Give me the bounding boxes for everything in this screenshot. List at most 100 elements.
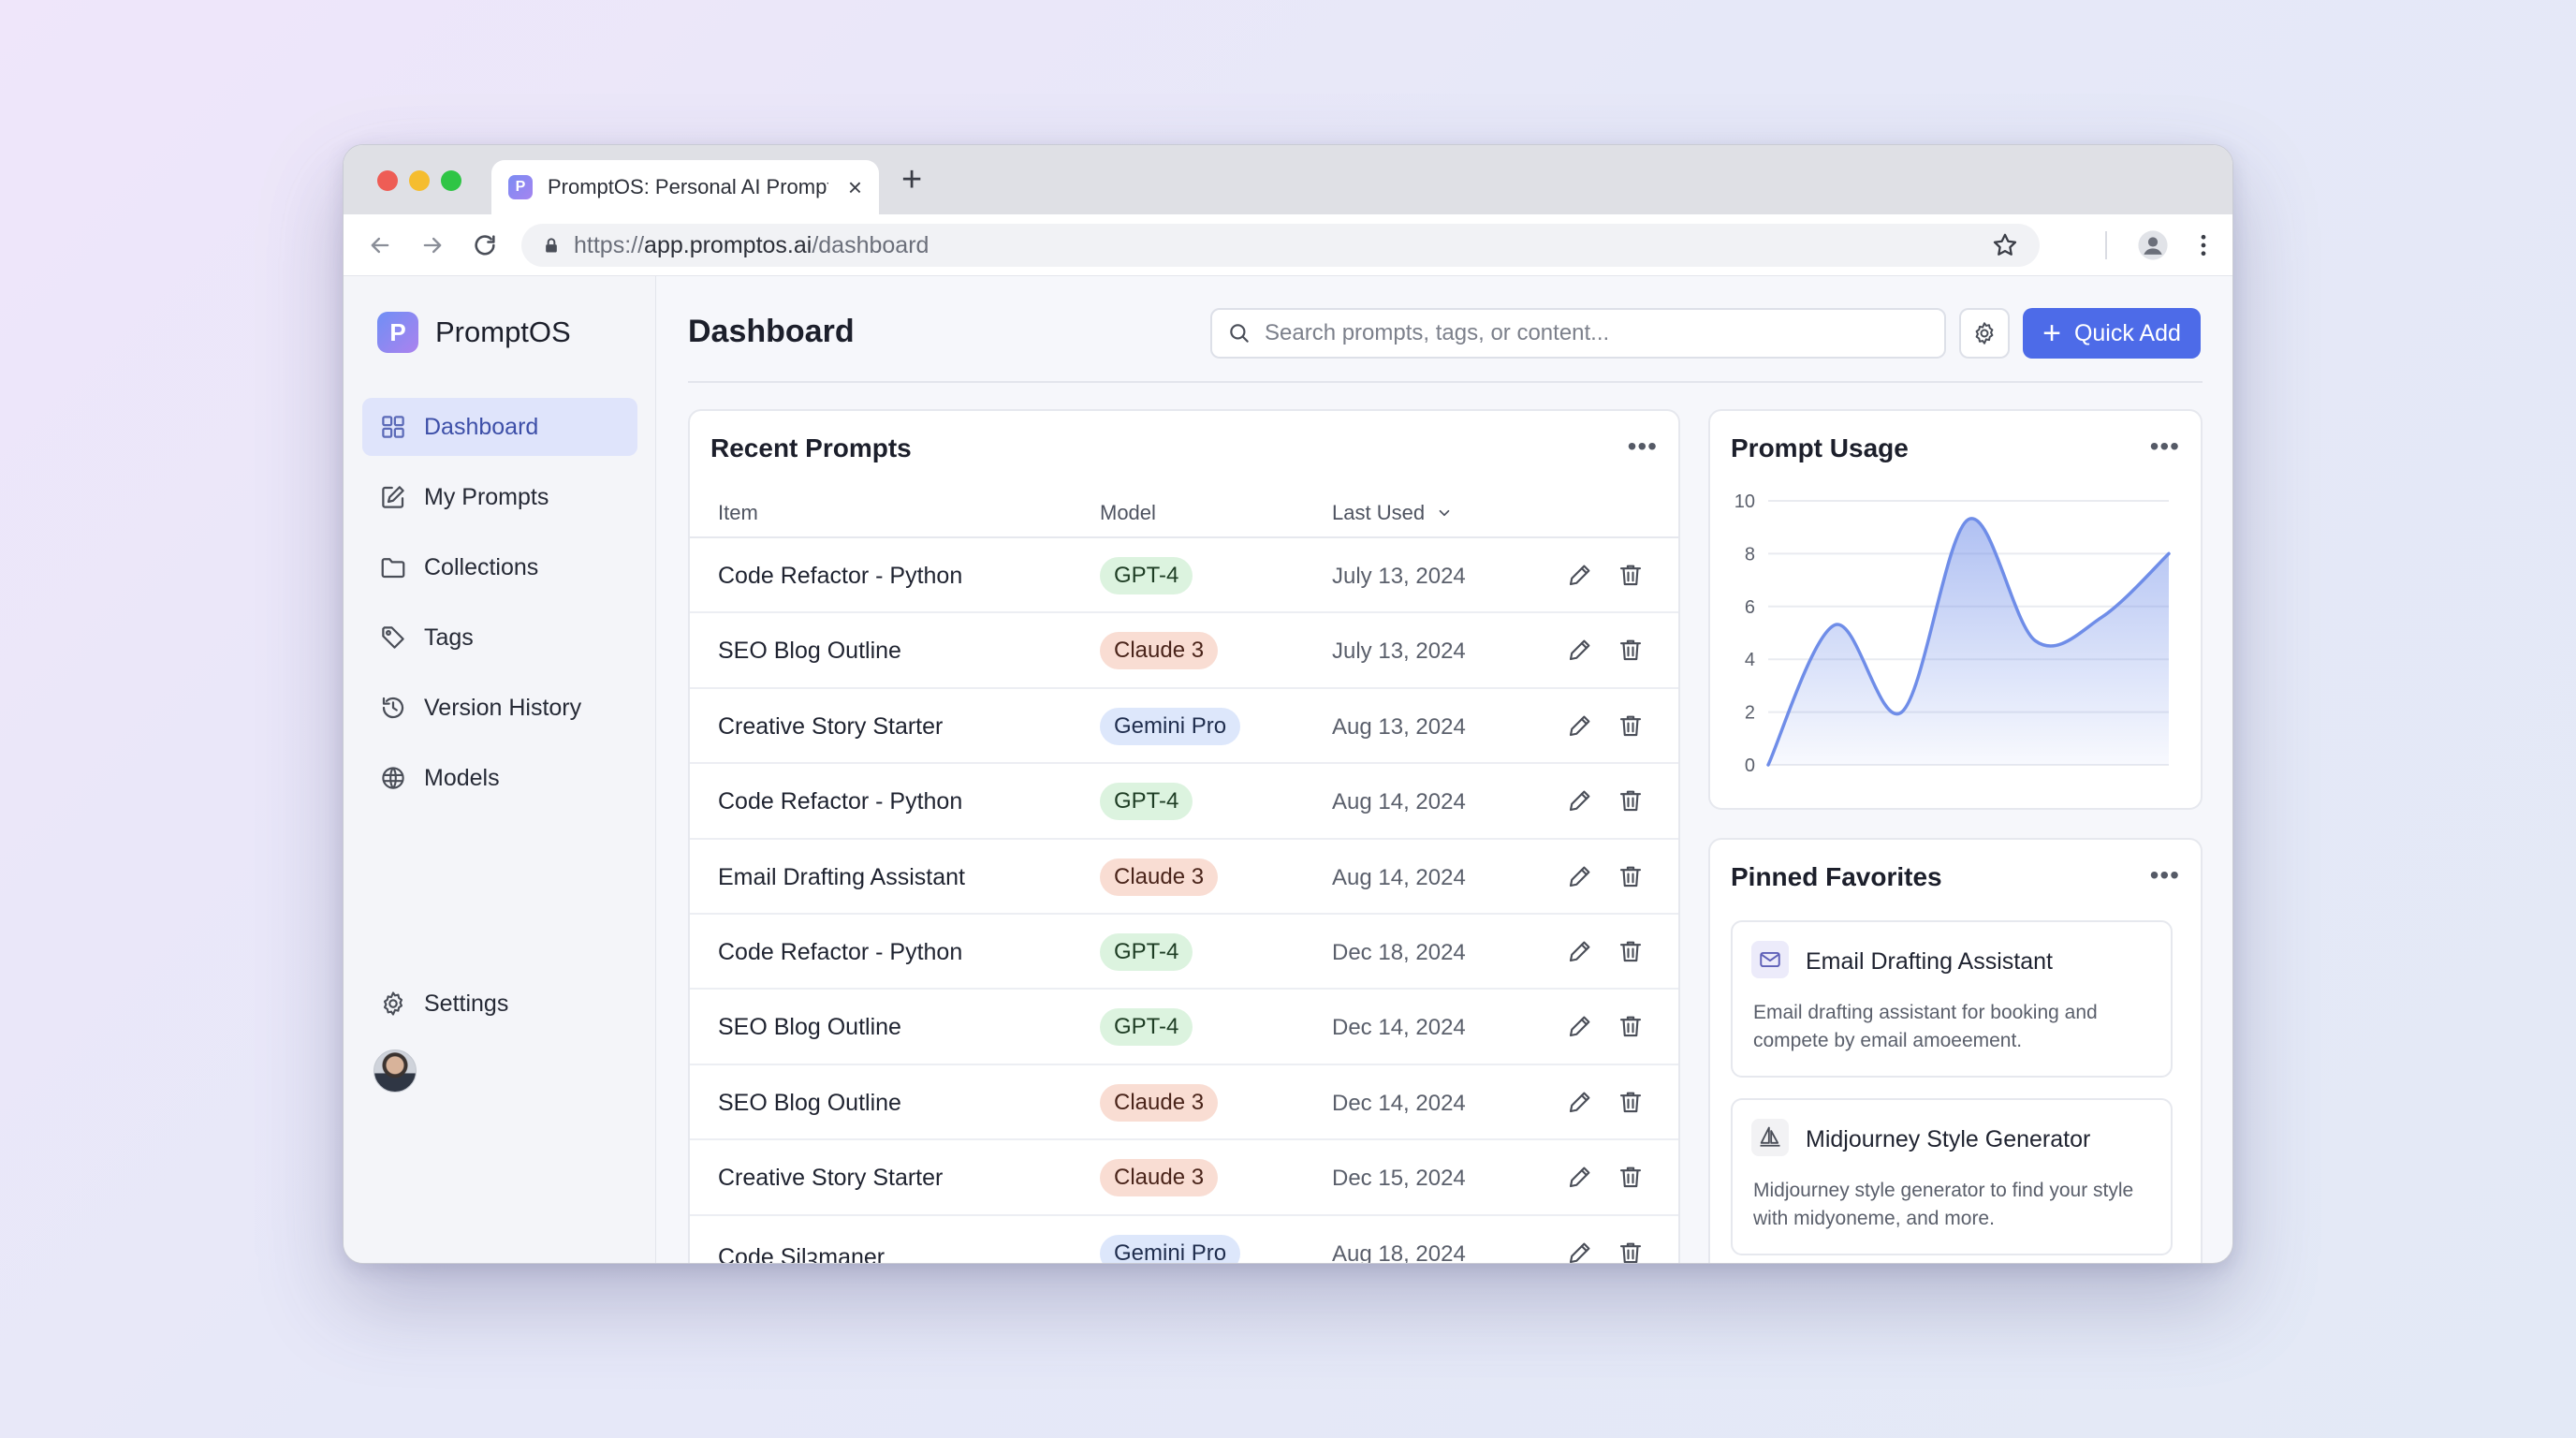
table-row[interactable]: Email Drafting Assistant Claude 3 Aug 14, … (690, 840, 1678, 915)
pinned-item-email-drafting[interactable]: Email Drafting Assistant Email drafting … (1731, 920, 2173, 1078)
delete-trash-icon[interactable] (1617, 937, 1645, 965)
maximize-window-button[interactable] (441, 170, 461, 191)
table-row[interactable]: Creative Story Starter Gemini Pro Aug 13, … (690, 689, 1678, 765)
sidebar-item-collections[interactable]: Collections (362, 538, 637, 596)
sidebar-item-label: Models (424, 764, 500, 791)
sidebar-item-label: Settings (424, 990, 509, 1017)
table-row[interactable]: SEO Blog Outline Claude 3 July 13, 2024 (690, 613, 1678, 689)
column-header-label: Last Used (1332, 501, 1426, 524)
delete-trash-icon[interactable] (1617, 1012, 1645, 1040)
edit-pencil-icon[interactable] (1566, 862, 1594, 890)
table-row[interactable]: SEO Blog Outline Claude 3 Dec 14, 2024 (690, 1065, 1678, 1141)
column-header-last-used[interactable]: Last Used (1332, 501, 1453, 525)
close-window-button[interactable] (377, 170, 398, 191)
sidebar: P PromptOS Dashboard My Prompts Collecti… (344, 276, 656, 1263)
search-input[interactable] (1265, 320, 1920, 346)
edit-pencil-icon[interactable] (1566, 1163, 1594, 1191)
grid-icon (382, 416, 404, 438)
back-arrow-icon[interactable] (364, 229, 396, 261)
minimize-window-button[interactable] (409, 170, 430, 191)
edit-pencil-icon[interactable] (1566, 1239, 1594, 1263)
plus-icon: + (2042, 315, 2061, 351)
gear-icon (383, 991, 403, 1016)
model-badge: Claude 3 (1100, 632, 1219, 670)
settings-button[interactable] (1959, 308, 2010, 359)
column-header-model[interactable]: Model (1100, 501, 1156, 525)
address-bar[interactable]: https://app.promptos.ai/dashboard (521, 224, 2040, 267)
edit-pencil-icon[interactable] (1566, 712, 1594, 740)
browser-tab[interactable]: P PromptOS: Personal AI Prompt × (491, 160, 879, 214)
delete-trash-icon[interactable] (1617, 636, 1645, 664)
profile-icon[interactable] (2137, 229, 2169, 261)
new-tab-button[interactable]: + (901, 162, 922, 198)
delete-trash-icon[interactable] (1617, 1088, 1645, 1116)
sidebar-item-models[interactable]: Models (362, 749, 637, 807)
column-header-item[interactable]: Item (718, 501, 758, 525)
table-row[interactable]: Creative Story Starter Claude 3 Dec 15, 20… (690, 1140, 1678, 1216)
main-content: Dashboard + Quick Add Recent Prompts •••… (656, 276, 2232, 1264)
more-options-icon[interactable]: ••• (1628, 432, 1658, 462)
last-used-date: Aug 14, 2024 (1332, 864, 1466, 890)
close-tab-icon[interactable]: × (848, 175, 862, 199)
y-tick-label: 6 (1745, 597, 1755, 618)
pinned-item-title: Email Drafting Assistant (1806, 948, 2053, 975)
model-badge: GPT-4 (1100, 1008, 1193, 1047)
table-row[interactable]: SEO Blog Outline GPT-4 Dec 14, 2024 (690, 990, 1678, 1065)
reload-icon[interactable] (469, 229, 501, 261)
page-title: Dashboard (688, 314, 855, 349)
prompt-item-name: SEO Blog Outline (718, 638, 901, 665)
model-badge: GPT-4 (1100, 932, 1193, 971)
user-avatar[interactable] (373, 1049, 417, 1093)
sidebar-item-version-history[interactable]: Version History (362, 679, 637, 737)
prompt-item-name: Creative Story Starter (718, 1165, 944, 1192)
prompt-usage-chart: 0 2 4 6 8 10 (1734, 492, 2171, 776)
edit-pencil-icon[interactable] (1566, 937, 1594, 965)
card-title: Pinned Favorites (1731, 862, 1942, 891)
table-row[interactable]: Code Refactor - Python GPT-4 July 13, 2024 (690, 538, 1678, 614)
chevron-down-icon (1439, 509, 1450, 517)
table-row[interactable]: Code Refactor - Python GPT-4 Aug 14, 2024 (690, 764, 1678, 840)
last-used-date: Dec 14, 2024 (1332, 1015, 1466, 1041)
edit-pencil-icon[interactable] (1566, 1012, 1594, 1040)
edit-pencil-icon[interactable] (1566, 786, 1594, 814)
tag-icon (382, 626, 404, 649)
forward-arrow-icon[interactable] (417, 229, 448, 261)
sidebar-item-label: My Prompts (424, 483, 549, 510)
folder-icon (381, 558, 405, 579)
delete-trash-icon[interactable] (1617, 786, 1645, 814)
brand[interactable]: P PromptOS (377, 312, 571, 353)
quick-add-button[interactable]: + Quick Add (2023, 308, 2201, 359)
last-used-date: Dec 14, 2024 (1332, 1090, 1466, 1116)
delete-trash-icon[interactable] (1617, 1239, 1645, 1263)
bookmark-star-icon[interactable] (1991, 231, 2019, 264)
delete-trash-icon[interactable] (1617, 561, 1645, 589)
sidebar-item-dashboard[interactable]: Dashboard (362, 398, 637, 456)
table-row[interactable]: Code Silꝫmaner Gemini Pro Aug 18, 2024 (690, 1216, 1678, 1264)
delete-trash-icon[interactable] (1617, 1163, 1645, 1191)
prompt-table-body: Code Refactor - Python GPT-4 July 13, 2024… (690, 538, 1678, 1264)
globe-icon (382, 767, 404, 789)
edit-pencil-icon[interactable] (1566, 561, 1594, 589)
prompt-item-name: Creative Story Starter (718, 712, 944, 740)
browser-menu-icon[interactable] (2188, 229, 2219, 261)
prompt-item-name: Code Silꝫmaner (718, 1243, 886, 1264)
last-used-date: July 13, 2024 (1332, 638, 1466, 665)
last-used-date: Aug 13, 2024 (1332, 713, 1466, 740)
lock-icon (546, 238, 557, 253)
more-options-icon[interactable]: ••• (2150, 860, 2180, 890)
pinned-item-midjourney-style[interactable]: Midjourney Style Generator Midjourney st… (1731, 1098, 2173, 1255)
y-tick-label: 2 (1745, 703, 1755, 724)
brand-name: PromptOS (435, 315, 571, 348)
delete-trash-icon[interactable] (1617, 712, 1645, 740)
edit-pencil-icon[interactable] (1566, 1088, 1594, 1116)
sailboat-icon (1751, 1119, 1789, 1156)
sidebar-item-tags[interactable]: Tags (362, 609, 637, 667)
delete-trash-icon[interactable] (1617, 862, 1645, 890)
edit-pencil-icon[interactable] (1566, 636, 1594, 664)
sidebar-item-settings[interactable]: Settings (362, 975, 637, 1033)
model-badge: Gemini Pro (1100, 1234, 1241, 1263)
sidebar-item-my-prompts[interactable]: My Prompts (362, 468, 637, 526)
y-tick-label: 8 (1745, 544, 1755, 565)
prompt-item-name: SEO Blog Outline (718, 1014, 901, 1041)
table-row[interactable]: Code Refactor - Python GPT-4 Dec 18, 2024 (690, 915, 1678, 990)
